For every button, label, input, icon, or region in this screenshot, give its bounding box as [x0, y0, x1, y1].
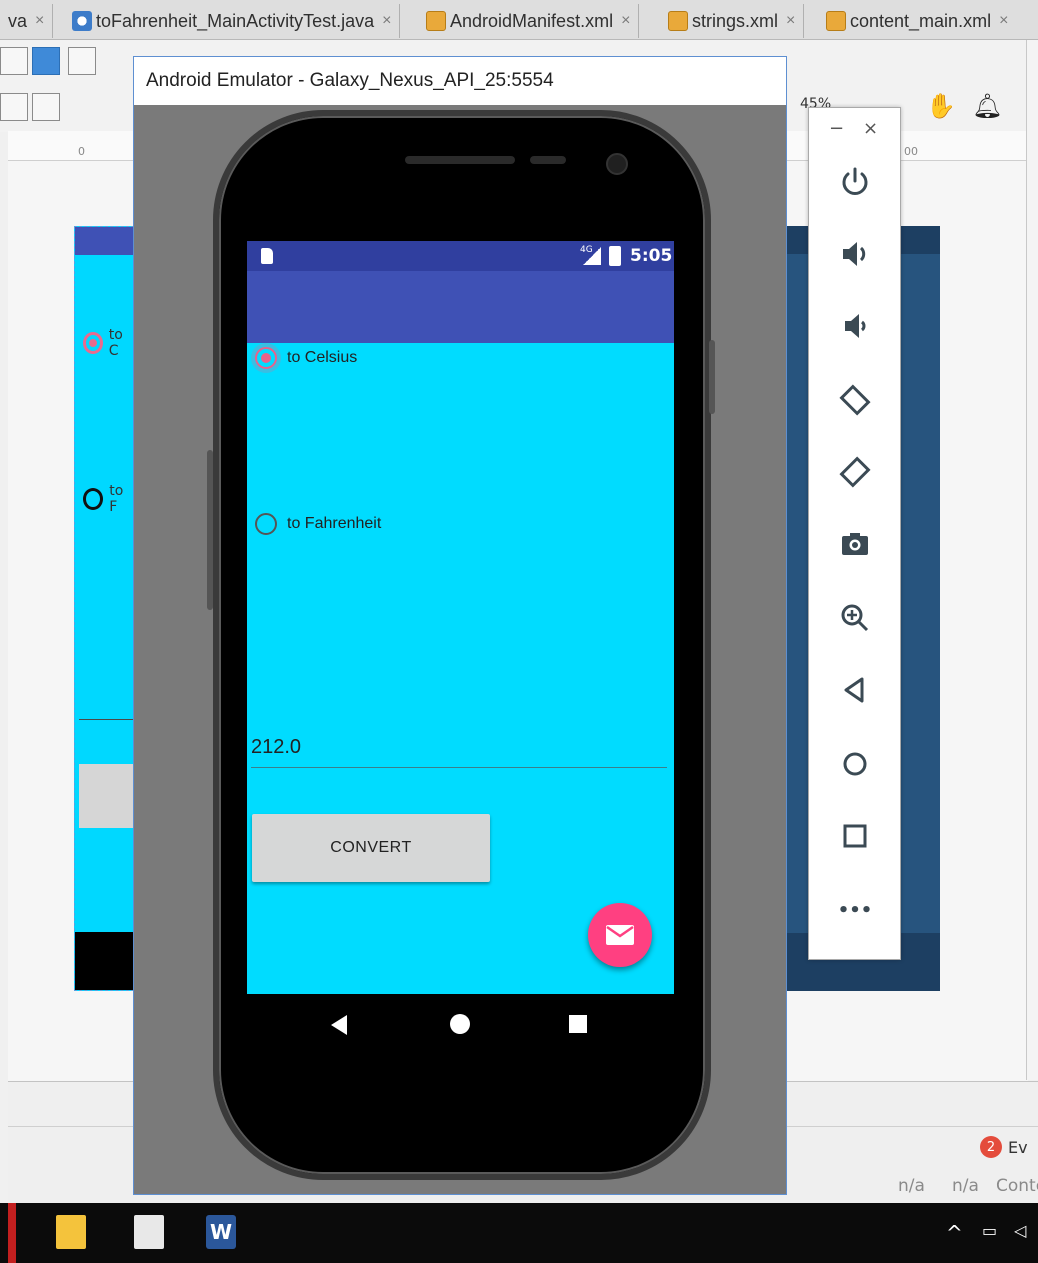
layout-preview[interactable]: to C to F	[74, 226, 135, 991]
tab-label: AndroidManifest.xml	[450, 10, 614, 31]
signal-icon	[583, 247, 601, 265]
close-icon[interactable]: ×	[382, 12, 391, 30]
windows-taskbar: W ^ ▭ ◁	[0, 1203, 1038, 1263]
radio-label: to Celsius	[287, 349, 358, 366]
preview-app-bar	[75, 227, 133, 255]
tab-java-partial[interactable]: va ×	[8, 4, 54, 38]
minimize-icon[interactable]: −	[829, 118, 844, 139]
preview-radio-celsius[interactable]: to C	[83, 327, 133, 359]
properties-panel-edge	[1026, 40, 1038, 1080]
radio-label: to Fahrenheit	[287, 515, 382, 532]
design-view-icon[interactable]	[0, 47, 28, 75]
volume-up-icon[interactable]	[833, 232, 877, 276]
tab-label: va	[8, 10, 28, 31]
xml-file-icon	[426, 11, 446, 31]
radio-checked-icon[interactable]	[255, 347, 277, 369]
nav-recents-icon[interactable]	[569, 1015, 587, 1033]
nav-back-icon[interactable]	[331, 1015, 347, 1035]
preview-radio-label: to C	[108, 327, 123, 359]
ruler-end-label: 00	[904, 145, 918, 158]
event-log-badge[interactable]: 2	[980, 1136, 1002, 1158]
emulator-title: Android Emulator - Galaxy_Nexus_API_25:5…	[134, 57, 786, 105]
bell-icon[interactable]: 🔔︎	[972, 92, 1002, 120]
split-view-icon[interactable]	[68, 47, 96, 75]
tab-androidmanifest[interactable]: AndroidManifest.xml ×	[426, 4, 640, 38]
preview-convert-button[interactable]	[79, 764, 135, 828]
phone-speaker	[405, 156, 515, 164]
convert-button[interactable]: CONVERT	[252, 814, 490, 882]
ruler-zero-label: 0	[78, 145, 85, 158]
battery-icon	[609, 246, 621, 266]
sd-card-icon	[261, 248, 273, 264]
phone-sensor	[530, 156, 566, 164]
tab-label: strings.xml	[692, 10, 779, 31]
rotate-right-icon[interactable]	[833, 450, 877, 494]
emulator-controls: − × •••	[808, 107, 901, 960]
mail-icon	[606, 925, 634, 945]
expand-icon[interactable]	[0, 93, 28, 121]
start-strip[interactable]	[8, 1203, 16, 1263]
app-bar	[247, 271, 674, 343]
word-icon[interactable]: W	[206, 1215, 236, 1249]
nav-home-icon[interactable]	[450, 1014, 470, 1034]
camera-icon[interactable]	[833, 522, 877, 566]
android-status-bar: 4G 5:05	[247, 241, 674, 271]
desktop: va × toFahrenheit_MainActivityTest.java …	[0, 0, 1038, 1263]
close-icon[interactable]: ×	[35, 12, 44, 30]
volume-down-icon[interactable]	[833, 304, 877, 348]
home-icon[interactable]	[833, 742, 877, 786]
preview-radio-label: to F	[109, 483, 124, 515]
pan-icon[interactable]: ✋	[926, 92, 956, 120]
preview-nav-area	[75, 932, 133, 990]
more-icon[interactable]: •••	[833, 888, 877, 932]
tab-strings[interactable]: strings.xml ×	[668, 4, 805, 38]
status-encoding: n/a	[952, 1176, 979, 1196]
close-icon[interactable]: ×	[621, 12, 630, 30]
rotate-left-icon[interactable]	[833, 378, 877, 422]
preview-edittext[interactable]	[79, 719, 135, 720]
overview-icon[interactable]	[833, 814, 877, 858]
android-nav-bar	[247, 994, 674, 1054]
class-icon	[72, 11, 92, 31]
status-line-separator: n/a	[898, 1176, 925, 1196]
xml-file-icon	[826, 11, 846, 31]
status-clock: 5:05	[630, 246, 673, 266]
tab-label: toFahrenheit_MainActivityTest.java	[96, 10, 375, 31]
tray-chevron-icon[interactable]: ^	[946, 1221, 963, 1245]
close-icon[interactable]: ×	[999, 12, 1008, 30]
radio-to-celsius[interactable]: to Celsius	[255, 347, 357, 369]
resize-icon[interactable]	[32, 93, 60, 121]
preview-radio-fahrenheit[interactable]: to F	[83, 483, 133, 515]
radio-unchecked-icon[interactable]	[255, 513, 277, 535]
back-icon[interactable]	[833, 668, 877, 712]
power-icon[interactable]	[833, 160, 877, 204]
close-icon[interactable]: ×	[863, 118, 878, 139]
radio-unchecked-icon	[83, 488, 104, 510]
phone-side-button	[207, 450, 213, 610]
tab-label: content_main.xml	[850, 10, 992, 31]
status-context: Conte	[996, 1176, 1038, 1196]
calculator-icon[interactable]	[134, 1215, 164, 1249]
radio-to-fahrenheit[interactable]: to Fahrenheit	[255, 513, 381, 535]
email-fab[interactable]	[588, 903, 652, 967]
close-icon[interactable]: ×	[786, 12, 795, 30]
phone-camera	[606, 153, 628, 175]
device-screen[interactable]: 4G 5:05 to Celsius to Fahrenheit 212.0 C…	[247, 241, 674, 994]
event-log-label[interactable]: Ev	[1008, 1138, 1028, 1157]
phone-power-button	[709, 340, 715, 414]
zoom-icon[interactable]	[833, 596, 877, 640]
editor-tab-bar: va × toFahrenheit_MainActivityTest.java …	[0, 0, 1038, 40]
file-explorer-icon[interactable]	[56, 1215, 86, 1249]
blueprint-view-icon[interactable]	[32, 47, 60, 75]
speaker-tray-icon[interactable]: ◁	[1014, 1221, 1026, 1240]
tab-mainactivitytest[interactable]: toFahrenheit_MainActivityTest.java ×	[72, 4, 401, 38]
temperature-input[interactable]: 212.0	[251, 734, 667, 768]
tab-content-main[interactable]: content_main.xml ×	[826, 4, 1008, 38]
battery-tray-icon[interactable]: ▭	[982, 1221, 997, 1240]
xml-file-icon	[668, 11, 688, 31]
radio-checked-icon	[83, 332, 103, 354]
